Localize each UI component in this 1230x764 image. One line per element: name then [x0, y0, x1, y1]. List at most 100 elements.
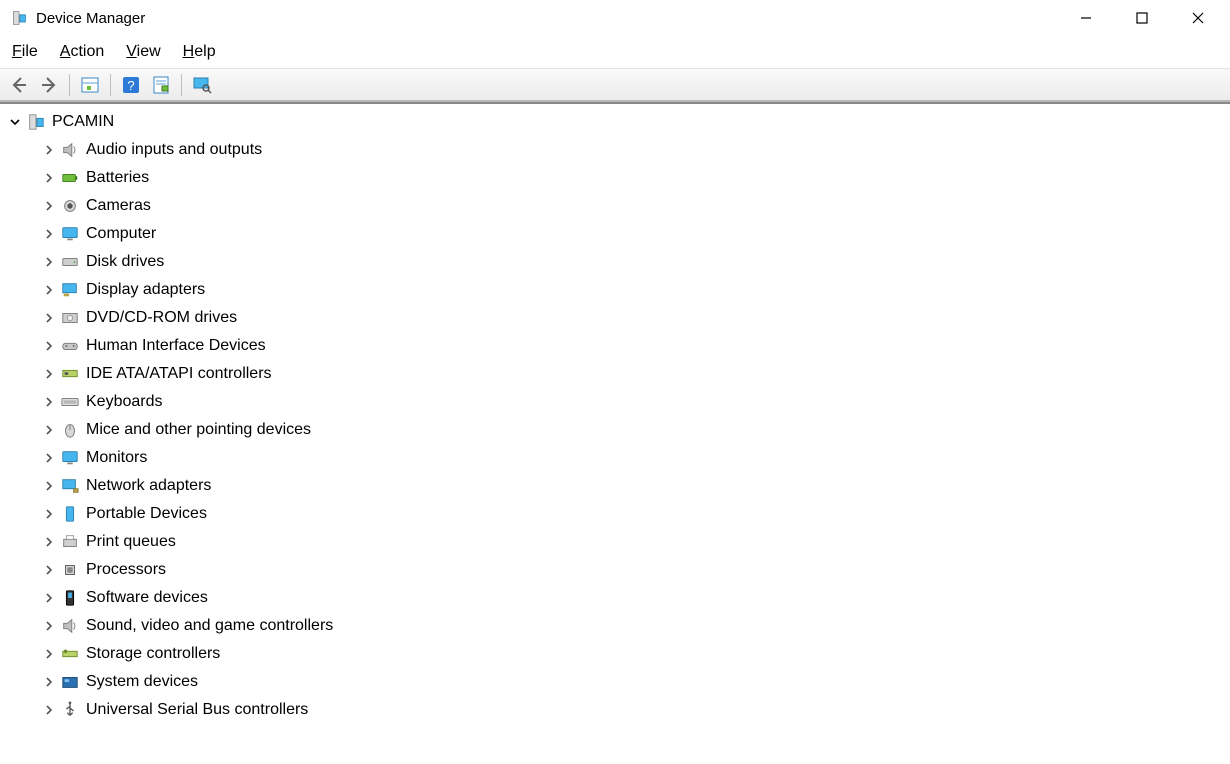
tree-item-label: System devices [86, 673, 198, 691]
tree-item[interactable]: IDE ATA/ATAPI controllers [6, 360, 1230, 388]
tree-item[interactable]: Audio inputs and outputs [6, 136, 1230, 164]
tree-item-label: Display adapters [86, 281, 205, 299]
toolbar [0, 68, 1230, 102]
chevron-right-icon[interactable] [42, 171, 56, 185]
tree-item-label: Keyboards [86, 393, 163, 411]
portable-icon [60, 504, 80, 524]
processor-icon [60, 560, 80, 580]
hid-icon [60, 336, 80, 356]
forward-button[interactable] [36, 72, 62, 98]
display-adapter-icon [60, 280, 80, 300]
chevron-right-icon[interactable] [42, 591, 56, 605]
tree-item-label: Universal Serial Bus controllers [86, 701, 308, 719]
tree-item[interactable]: Human Interface Devices [6, 332, 1230, 360]
battery-icon [60, 168, 80, 188]
minimize-button[interactable] [1058, 2, 1114, 34]
scan-hardware-button[interactable] [189, 72, 215, 98]
tree-item-label: Mice and other pointing devices [86, 421, 311, 439]
chevron-right-icon[interactable] [42, 675, 56, 689]
chevron-right-icon[interactable] [42, 479, 56, 493]
menu-view[interactable]: View [126, 43, 160, 61]
chevron-right-icon[interactable] [42, 339, 56, 353]
chevron-right-icon[interactable] [42, 451, 56, 465]
tree-item[interactable]: Print queues [6, 528, 1230, 556]
chevron-down-icon[interactable] [8, 115, 22, 129]
chevron-right-icon[interactable] [42, 563, 56, 577]
chevron-right-icon[interactable] [42, 619, 56, 633]
speaker-icon [60, 140, 80, 160]
help-button[interactable] [118, 72, 144, 98]
system-icon [60, 672, 80, 692]
tree-item[interactable]: Keyboards [6, 388, 1230, 416]
tree-item[interactable]: Display adapters [6, 276, 1230, 304]
show-hidden-button[interactable] [77, 72, 103, 98]
ide-icon [60, 364, 80, 384]
tree-item-label: Print queues [86, 533, 176, 551]
chevron-right-icon[interactable] [42, 255, 56, 269]
tree-item[interactable]: Network adapters [6, 472, 1230, 500]
tree-item-label: Portable Devices [86, 505, 207, 523]
camera-icon [60, 196, 80, 216]
chevron-right-icon[interactable] [42, 535, 56, 549]
chevron-right-icon[interactable] [42, 507, 56, 521]
monitor-icon [60, 448, 80, 468]
chevron-right-icon[interactable] [42, 311, 56, 325]
tree-item[interactable]: Cameras [6, 192, 1230, 220]
monitor-icon [60, 224, 80, 244]
properties-button[interactable] [148, 72, 174, 98]
window-title: Device Manager [36, 10, 145, 27]
chevron-right-icon[interactable] [42, 703, 56, 717]
tree-item-label: Monitors [86, 449, 147, 467]
tree-item-label: Audio inputs and outputs [86, 141, 262, 159]
chevron-right-icon[interactable] [42, 647, 56, 661]
computer-icon [26, 112, 46, 132]
network-icon [60, 476, 80, 496]
tree-item[interactable]: Software devices [6, 584, 1230, 612]
tree-root[interactable]: PCAMIN [6, 108, 1230, 136]
menu-help[interactable]: Help [183, 43, 216, 61]
maximize-button[interactable] [1114, 2, 1170, 34]
tree-item-label: DVD/CD-ROM drives [86, 309, 237, 327]
tree-item[interactable]: Sound, video and game controllers [6, 612, 1230, 640]
tree-item[interactable]: DVD/CD-ROM drives [6, 304, 1230, 332]
tree-item-label: Network adapters [86, 477, 211, 495]
dvd-icon [60, 308, 80, 328]
speaker-icon [60, 616, 80, 636]
chevron-right-icon[interactable] [42, 367, 56, 381]
software-icon [60, 588, 80, 608]
chevron-right-icon[interactable] [42, 227, 56, 241]
chevron-right-icon[interactable] [42, 199, 56, 213]
toolbar-separator [110, 74, 111, 96]
tree-item-label: Software devices [86, 589, 208, 607]
chevron-right-icon[interactable] [42, 395, 56, 409]
tree-item-label: Computer [86, 225, 156, 243]
usb-icon [60, 700, 80, 720]
back-button[interactable] [6, 72, 32, 98]
tree-item-label: Sound, video and game controllers [86, 617, 333, 635]
chevron-right-icon[interactable] [42, 283, 56, 297]
tree-item-label: Processors [86, 561, 166, 579]
tree-item[interactable]: Mice and other pointing devices [6, 416, 1230, 444]
tree-item[interactable]: Monitors [6, 444, 1230, 472]
tree-item-label: Storage controllers [86, 645, 220, 663]
tree-item-label: IDE ATA/ATAPI controllers [86, 365, 272, 383]
chevron-right-icon[interactable] [42, 143, 56, 157]
tree-item[interactable]: Batteries [6, 164, 1230, 192]
tree-item-label: Human Interface Devices [86, 337, 266, 355]
tree-item[interactable]: Computer [6, 220, 1230, 248]
toolbar-separator [181, 74, 182, 96]
close-button[interactable] [1170, 2, 1226, 34]
app-icon [10, 9, 28, 27]
tree-item[interactable]: Storage controllers [6, 640, 1230, 668]
tree-item[interactable]: Portable Devices [6, 500, 1230, 528]
keyboard-icon [60, 392, 80, 412]
tree-item[interactable]: Disk drives [6, 248, 1230, 276]
device-tree[interactable]: PCAMIN Audio inputs and outputs Batterie… [0, 102, 1230, 764]
tree-item-label: Batteries [86, 169, 149, 187]
chevron-right-icon[interactable] [42, 423, 56, 437]
tree-item[interactable]: Processors [6, 556, 1230, 584]
tree-item[interactable]: System devices [6, 668, 1230, 696]
tree-item[interactable]: Universal Serial Bus controllers [6, 696, 1230, 724]
menu-file[interactable]: File [12, 43, 38, 61]
menu-action[interactable]: Action [60, 43, 104, 61]
